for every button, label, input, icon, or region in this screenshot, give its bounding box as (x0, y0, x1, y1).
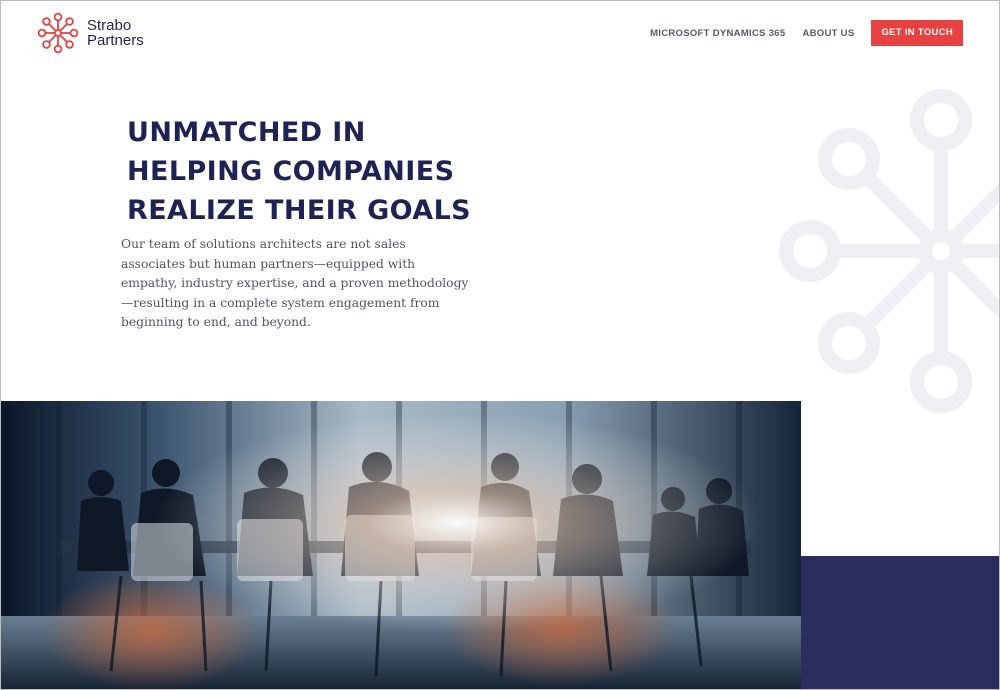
hero-title-line: REALIZE THEIR GOALS (127, 195, 472, 226)
navy-accent-block (801, 556, 999, 689)
brand-name-line1: Strabo (87, 17, 132, 34)
business-meeting-silhouette-image (1, 401, 801, 689)
hero-description: Our team of solutions architects are not… (121, 237, 469, 329)
nav-link-microsoft-dynamics-365[interactable]: MICROSOFT DYNAMICS 365 (650, 28, 785, 39)
logo[interactable]: Strabo Partners (37, 12, 144, 54)
hero-title-line: UNMATCHED IN (127, 117, 366, 148)
main-nav: MICROSOFT DYNAMICS 365 ABOUT US GET IN T… (650, 20, 963, 46)
site-header: Strabo Partners MICROSOFT DYNAMICS 365 A… (1, 1, 999, 65)
get-in-touch-button[interactable]: GET IN TOUCH (871, 20, 963, 46)
network-hub-icon (37, 12, 79, 54)
brand-name: Strabo Partners (87, 18, 144, 48)
page: Strabo Partners MICROSOFT DYNAMICS 365 A… (0, 0, 1000, 690)
hero-title: UNMATCHED IN HELPING COMPANIES REALIZE T… (127, 113, 471, 230)
network-hub-watermark-icon (779, 89, 999, 413)
hero-title-line: HELPING COMPANIES (127, 156, 455, 187)
brand-name-line2: Partners (87, 32, 144, 49)
nav-link-about-us[interactable]: ABOUT US (802, 28, 854, 39)
